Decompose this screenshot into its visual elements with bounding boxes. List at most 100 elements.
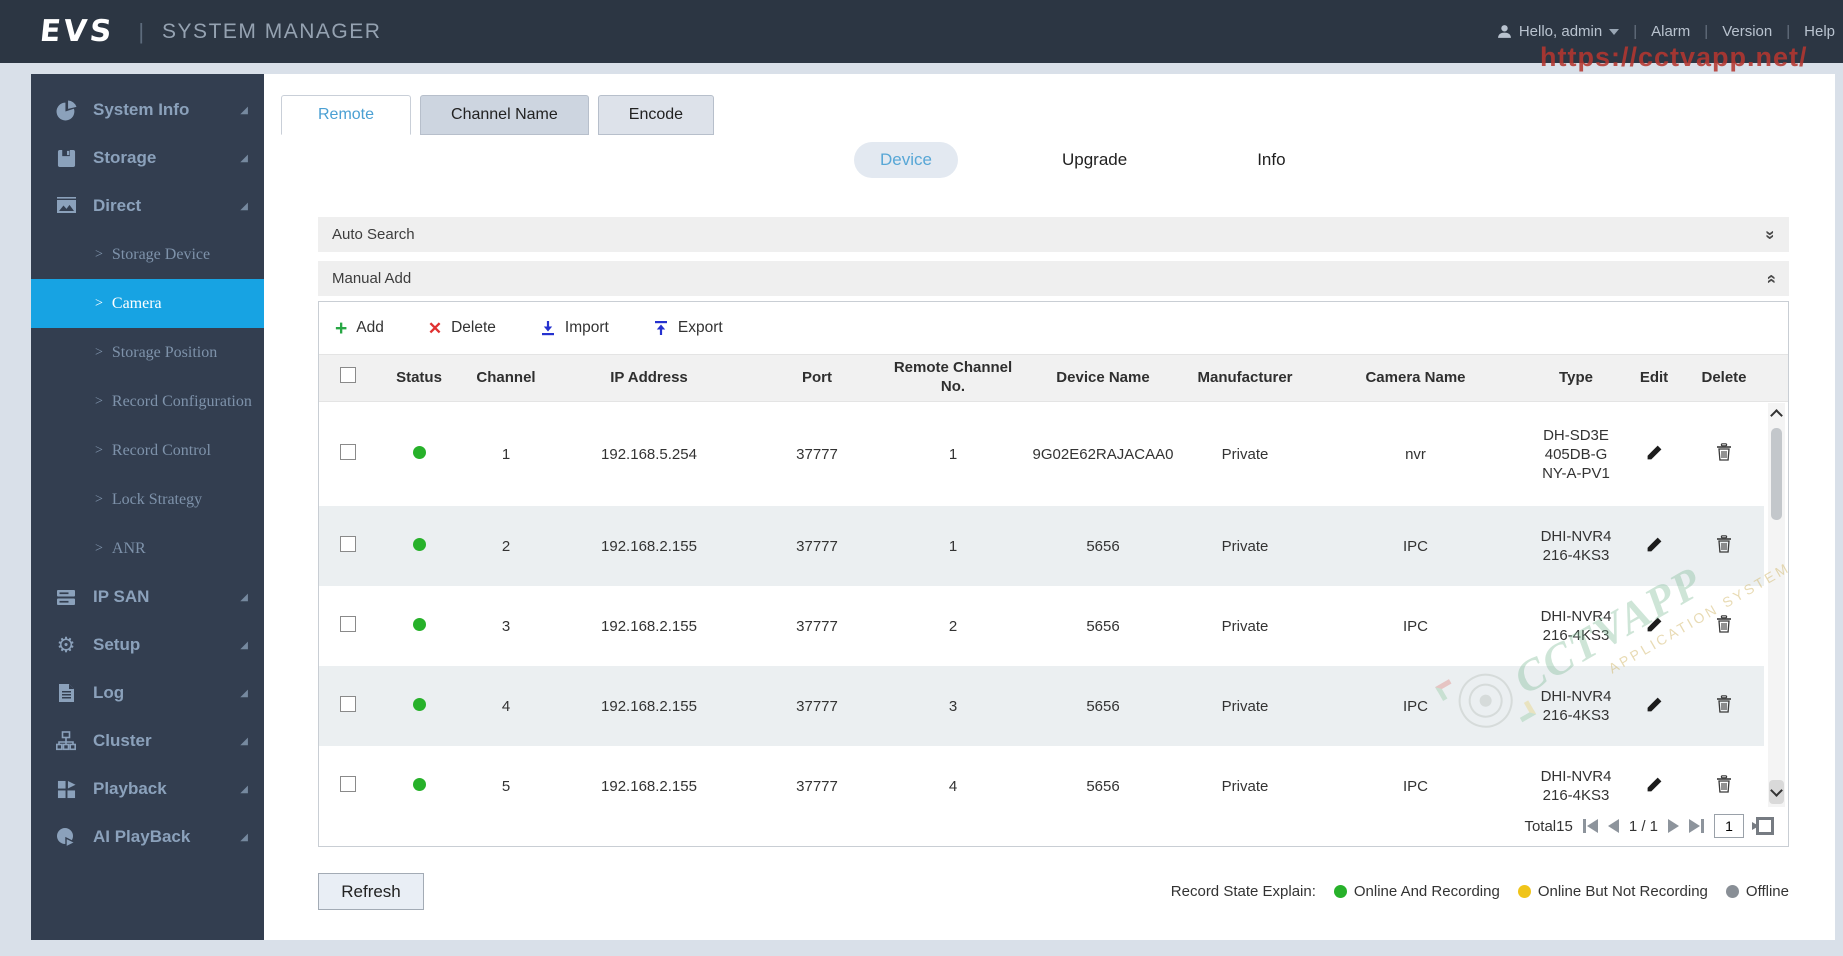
subtab-device[interactable]: Device — [854, 142, 958, 178]
sidebar-item-storage[interactable]: Storage ◢ — [31, 134, 264, 182]
record-state-legend: Record State Explain: Online And Recordi… — [1171, 883, 1789, 900]
version-link[interactable]: Version — [1722, 23, 1772, 40]
sidebar-item-label: Storage — [93, 148, 157, 167]
tab-encode[interactable]: Encode — [597, 95, 715, 135]
table-scrollbar[interactable] — [1768, 403, 1785, 807]
sidebar-item-storage-position[interactable]: > Storage Position — [31, 328, 264, 377]
prev-page-button[interactable] — [1607, 819, 1619, 833]
add-button[interactable]: + Add — [335, 318, 384, 339]
page-number-input[interactable] — [1714, 814, 1744, 838]
legend-gray-dot — [1725, 885, 1739, 898]
status-dot — [412, 617, 426, 631]
cell-ip-address: 192.168.2.155 — [601, 537, 697, 555]
import-button[interactable]: Import — [540, 319, 609, 337]
sidebar-item-storage-device[interactable]: > Storage Device — [31, 230, 264, 279]
first-page-button[interactable] — [1582, 819, 1598, 833]
cell-camera-name: nvr — [1405, 445, 1426, 463]
scroll-up-icon[interactable] — [1770, 409, 1783, 422]
next-page-button[interactable] — [1668, 819, 1679, 833]
export-button[interactable]: Export — [653, 319, 723, 337]
pagination-bar: Total15 1 / 1 — [319, 806, 1788, 846]
row-checkbox[interactable] — [340, 536, 356, 552]
scrollbar-thumb[interactable] — [1771, 428, 1782, 520]
chevron-right-icon: > — [95, 295, 103, 311]
sidebar-item-direct[interactable]: Direct ◢ — [31, 182, 264, 230]
row-checkbox[interactable] — [340, 444, 356, 460]
cell-remote-channel-no: 1 — [948, 445, 958, 463]
sidebar-item-label: Playback — [93, 779, 167, 798]
edit-icon[interactable] — [1646, 776, 1663, 793]
col-channel: Channel — [476, 368, 536, 386]
go-to-page-icon[interactable] — [1752, 817, 1774, 835]
table-row: 4 192.168.2.155 37777 3 5656 Private IPC… — [319, 666, 1764, 746]
delete-icon[interactable] — [1716, 443, 1732, 461]
floppy-disk-icon — [53, 149, 79, 168]
cell-ip-address: 192.168.5.254 — [601, 445, 697, 463]
sidebar-subitem-label: Record Control — [111, 441, 211, 459]
tab-remote[interactable]: Remote — [281, 95, 412, 135]
subtab-upgrade[interactable]: Upgrade — [1036, 142, 1153, 178]
sidebar-item-anr[interactable]: > ANR — [31, 524, 264, 573]
sidebar-item-system-info[interactable]: System Info ◢ — [31, 86, 264, 134]
row-checkbox[interactable] — [340, 696, 356, 712]
manual-add-section-header[interactable]: Manual Add » — [318, 261, 1789, 296]
sidebar-item-record-configuration[interactable]: > Record Configuration — [31, 377, 264, 426]
table-row: 3 192.168.2.155 37777 2 5656 Private IPC… — [319, 586, 1764, 666]
edit-icon[interactable] — [1646, 444, 1663, 461]
cell-device-name: 5656 — [1086, 697, 1120, 715]
scroll-down-button[interactable] — [1769, 780, 1784, 804]
scroll-down-icon — [1770, 784, 1783, 797]
expand-double-chevron-icon[interactable]: » — [1760, 230, 1780, 239]
user-menu[interactable]: Hello, admin — [1497, 23, 1620, 40]
table-row: 1 192.168.5.254 37777 1 9G02E62RAJACAA0 … — [319, 402, 1764, 506]
cell-type: DHI-NVR4216-4KS3 — [1540, 528, 1612, 564]
select-all-checkbox[interactable] — [340, 367, 356, 384]
sidebar-subitem-label: Storage Device — [111, 245, 211, 263]
col-camera-name: Camera Name — [1365, 368, 1466, 386]
subtab-info[interactable]: Info — [1231, 142, 1311, 178]
row-checkbox[interactable] — [340, 616, 356, 632]
delete-icon[interactable] — [1716, 695, 1732, 713]
col-device-name: Device Name — [1056, 368, 1150, 386]
chevron-right-icon: > — [95, 491, 103, 507]
sidebar: System Info ◢ Storage ◢ Direct ◢ > Stora… — [31, 74, 264, 940]
cell-ip-address: 192.168.2.155 — [601, 697, 697, 715]
evs-logo: EVS — [38, 14, 117, 49]
sidebar-item-playback[interactable]: Playback ◢ — [31, 765, 264, 813]
last-page-button[interactable] — [1689, 819, 1704, 833]
delete-icon[interactable] — [1716, 615, 1732, 633]
cell-manufacturer: Private — [1221, 537, 1269, 555]
delete-button[interactable]: ✕ Delete — [428, 319, 496, 337]
cell-channel: 4 — [501, 697, 511, 715]
sidebar-item-cluster[interactable]: Cluster ◢ — [31, 717, 264, 765]
sidebar-item-lock-strategy[interactable]: > Lock Strategy — [31, 475, 264, 524]
refresh-button[interactable]: Refresh — [318, 873, 424, 910]
tab-bar: Remote Channel Name Encode — [281, 95, 1835, 135]
delete-icon[interactable] — [1716, 775, 1732, 793]
sidebar-item-record-control[interactable]: > Record Control — [31, 426, 264, 475]
sidebar-item-setup[interactable]: ⚙ Setup ◢ — [31, 621, 264, 669]
collapse-triangle-icon: ◢ — [240, 831, 248, 843]
sidebar-item-ip-san[interactable]: IP SAN ◢ — [31, 573, 264, 621]
divider: | — [1786, 23, 1791, 40]
tab-channel-name[interactable]: Channel Name — [420, 95, 589, 135]
row-checkbox[interactable] — [340, 776, 356, 792]
alarm-link[interactable]: Alarm — [1651, 23, 1690, 40]
table-header-row: Status Channel IP Address Port Remote Ch… — [319, 354, 1788, 402]
delete-icon[interactable] — [1716, 535, 1732, 553]
collapse-double-chevron-icon[interactable]: » — [1760, 274, 1780, 283]
auto-search-section-header[interactable]: Auto Search » — [318, 217, 1789, 252]
sidebar-item-camera[interactable]: > Camera — [31, 279, 264, 328]
edit-icon[interactable] — [1646, 616, 1663, 633]
cell-channel: 1 — [501, 445, 511, 463]
edit-icon[interactable] — [1646, 536, 1663, 553]
cell-port: 37777 — [796, 777, 838, 795]
export-icon — [653, 320, 669, 336]
help-link[interactable]: Help — [1804, 23, 1835, 40]
sidebar-item-log[interactable]: Log ◢ — [31, 669, 264, 717]
edit-icon[interactable] — [1646, 696, 1663, 713]
sidebar-subitem-label: Camera — [111, 294, 162, 312]
sidebar-item-ai-playback[interactable]: AI PlayBack ◢ — [31, 813, 264, 861]
pie-chart-icon — [53, 100, 79, 121]
cell-type: DH-SD3E405DB-GNY-A-PV1 — [1542, 426, 1610, 482]
